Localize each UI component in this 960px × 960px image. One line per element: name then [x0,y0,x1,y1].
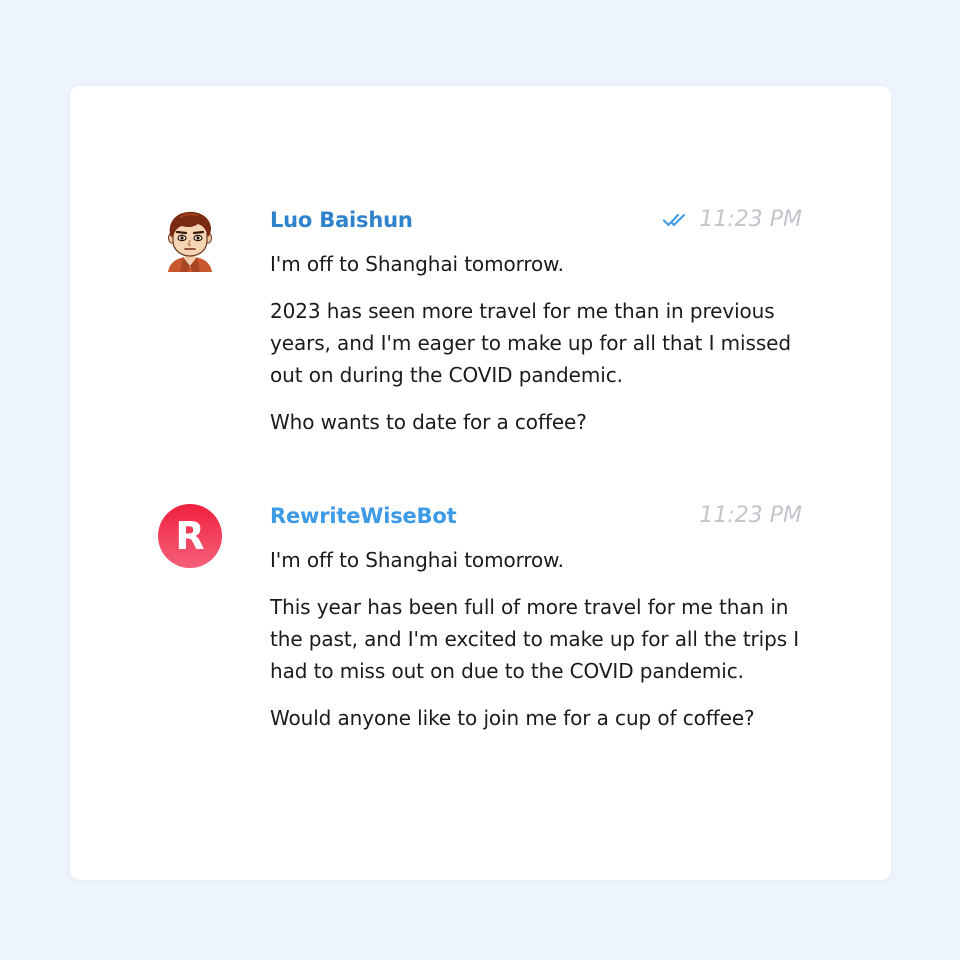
message-timestamp: 11:23 PM [699,503,802,528]
message-meta: 11:23 PM [663,207,802,233]
double-check-icon [663,212,689,228]
message-body: RewriteWiseBot 11:23 PM I'm off to Shang… [270,503,802,749]
message-text: I'm off to Shanghai tomorrow. This year … [270,544,802,734]
message-header: Luo Baishun 11:23 PM [270,207,802,234]
message-paragraph: Would anyone like to join me for a cup o… [270,706,755,730]
author-name[interactable]: Luo Baishun [270,207,413,233]
message-body: Luo Baishun 11:23 PM I'm off to Shanghai… [270,207,802,453]
cartoon-man-avatar-icon [168,211,212,272]
bot-avatar[interactable]: R [158,504,222,568]
message-paragraph: I'm off to Shanghai tomorrow. [270,252,564,276]
message-paragraph: 2023 has seen more travel for me than in… [270,299,791,387]
message-paragraph: I'm off to Shanghai tomorrow. [270,548,564,572]
author-name[interactable]: RewriteWiseBot [270,503,457,529]
chat-card: Luo Baishun 11:23 PM I'm off to Shanghai… [70,86,891,880]
message-paragraph: This year has been full of more travel f… [270,595,800,683]
bot-avatar-letter: R [175,513,205,558]
message-text: I'm off to Shanghai tomorrow. 2023 has s… [270,248,802,438]
user-avatar[interactable] [158,208,222,272]
message-paragraph: Who wants to date for a coffee? [270,410,587,434]
message-meta: 11:23 PM [699,503,802,529]
message-timestamp: 11:23 PM [699,207,802,232]
message-header: RewriteWiseBot 11:23 PM [270,503,802,530]
